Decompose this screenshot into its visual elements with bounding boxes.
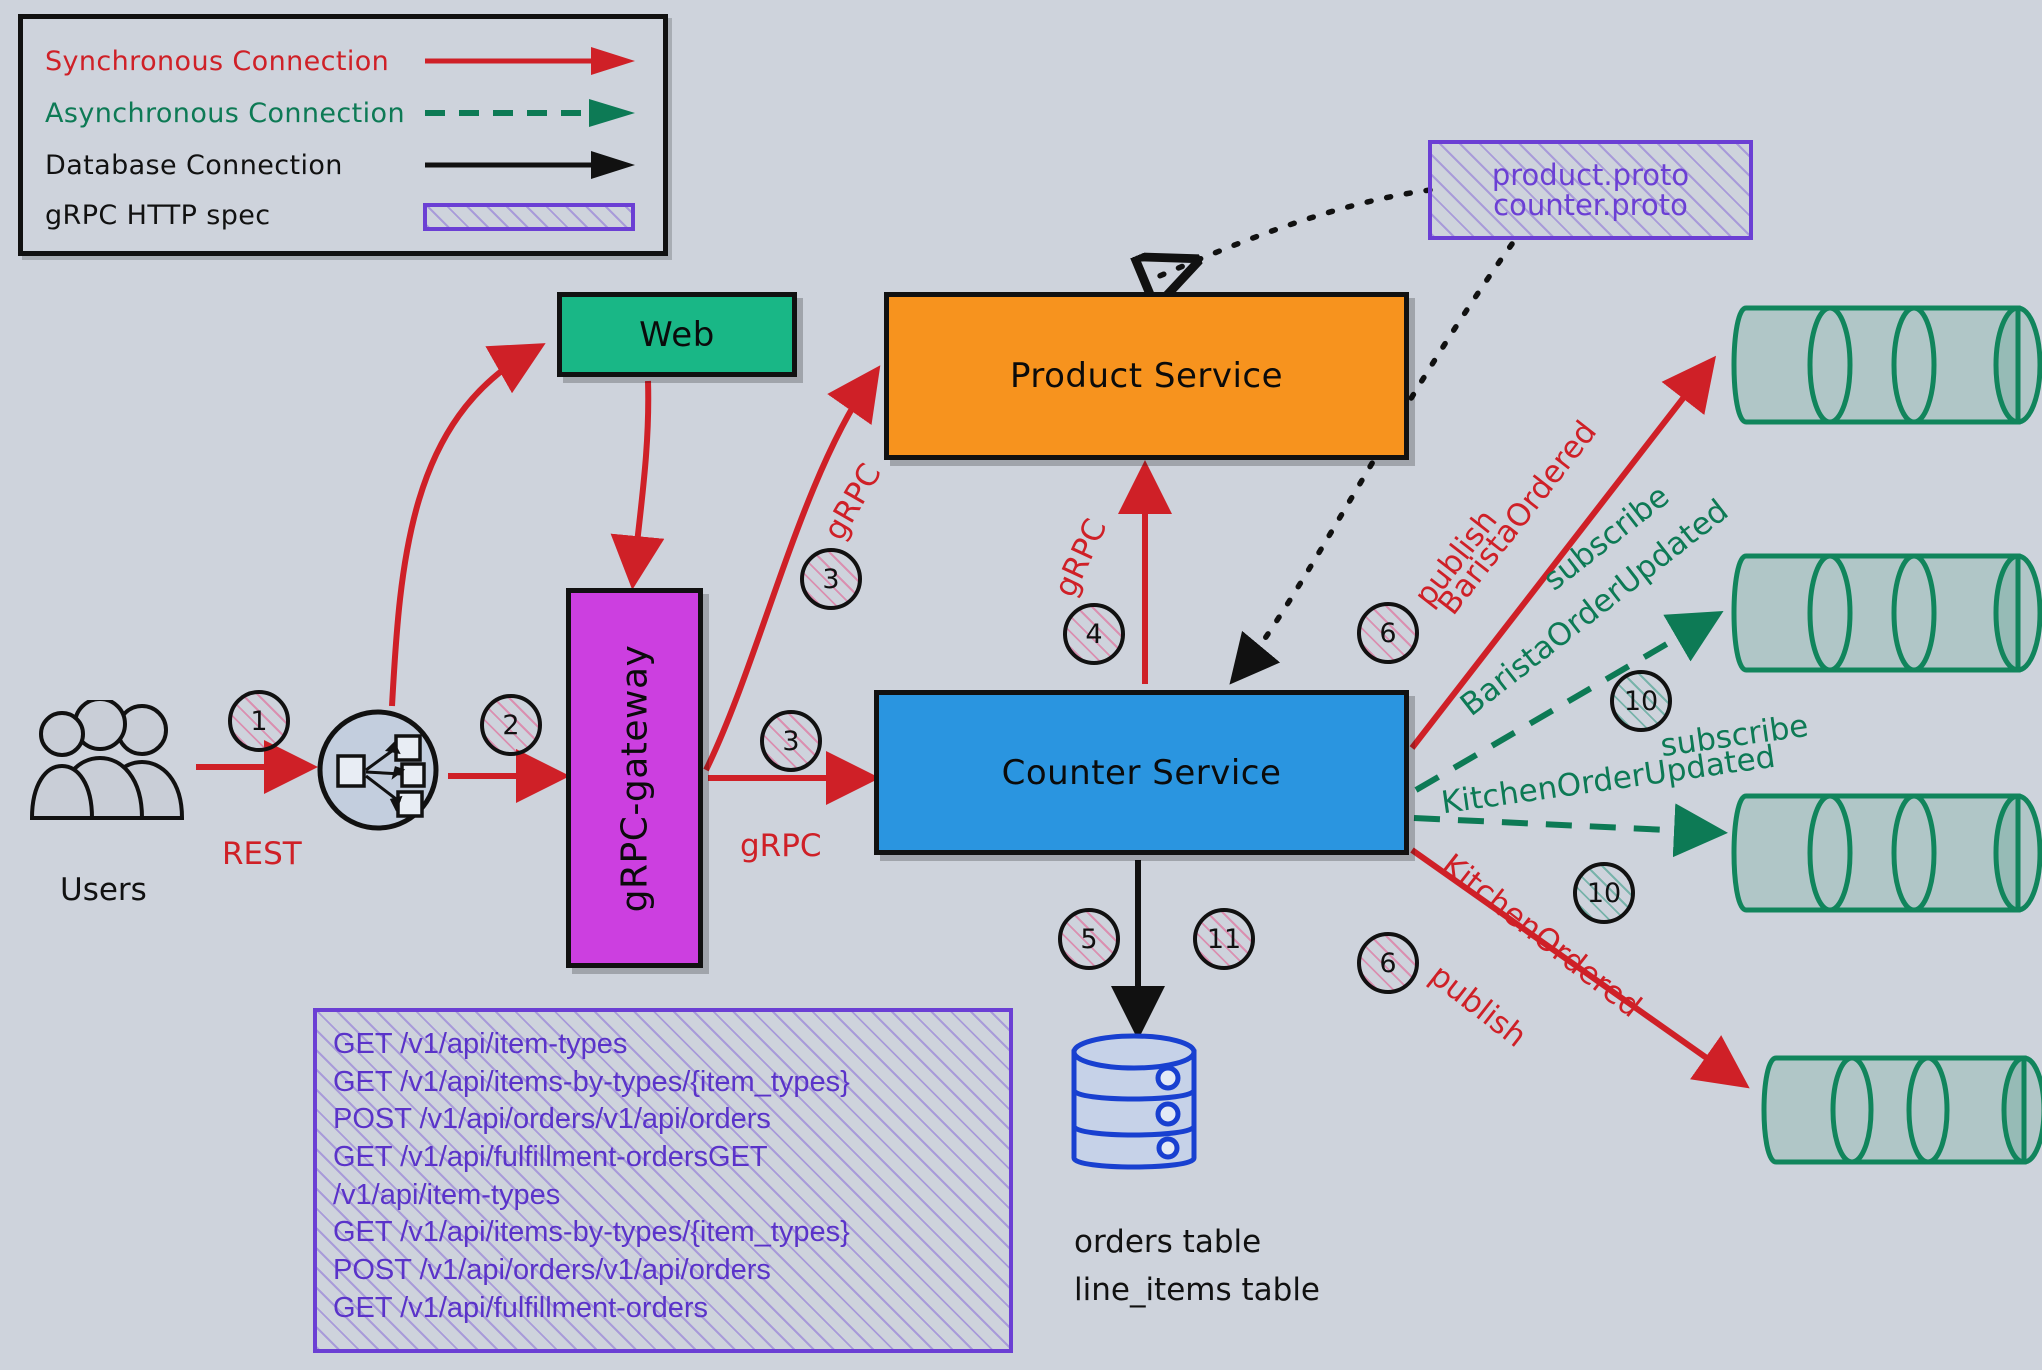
- proto-spec-box: product.proto counter.proto: [1428, 140, 1753, 240]
- legend-row-database: Database Connection: [45, 145, 343, 185]
- node-counter-service-label: Counter Service: [1001, 752, 1282, 793]
- step-badge-10b: 10: [1573, 862, 1635, 924]
- step-badge-5: 5: [1058, 908, 1120, 970]
- node-grpc-gateway[interactable]: gRPC-gateway: [566, 588, 703, 968]
- users-label: Users: [60, 872, 147, 908]
- api-spec-line: /v1/api/item-types: [333, 1178, 561, 1211]
- step-badge-11: 11: [1193, 908, 1255, 970]
- users-icon: [30, 700, 185, 820]
- edge-label-grpc-gateway-product: gRPC: [816, 457, 889, 547]
- database-label-line-2: line_items table: [1074, 1271, 1321, 1308]
- legend-label-database: Database Connection: [45, 149, 343, 181]
- queue-icon-barista-ordered: [1731, 305, 2042, 425]
- legend-row-sync: Synchronous Connection: [45, 41, 389, 81]
- database-label: orders table line_items table: [1074, 1222, 1320, 1308]
- legend-panel: Synchronous Connection Asynchronous Conn…: [18, 14, 668, 256]
- step-badge-4: 4: [1063, 603, 1125, 665]
- proto-line-1: product.proto: [1491, 157, 1690, 192]
- legend-art-spec-swatch: [423, 203, 635, 231]
- legend-label-grpc-spec: gRPC HTTP spec: [45, 199, 271, 231]
- api-spec-line: POST /v1/api/orders/v1/api/orders: [333, 1254, 771, 1287]
- edge-label-barista-ordered: BaristaOrdered: [1430, 414, 1605, 622]
- legend-row-grpc-spec: gRPC HTTP spec: [45, 195, 271, 235]
- node-product-service-label: Product Service: [1009, 356, 1284, 396]
- legend-label-async: Asynchronous Connection: [45, 97, 405, 129]
- legend-art-sync-arrow: [425, 47, 635, 75]
- api-spec-line: GET /v1/api/items-by-types/{item_types}: [333, 1216, 850, 1249]
- api-spec-line: GET /v1/api/items-by-types/{item_types}: [333, 1065, 850, 1098]
- queue-icon-kitchen-updated: [1731, 793, 2042, 913]
- node-web-label: Web: [639, 314, 715, 355]
- queue-icon-barista-updated: [1731, 553, 2042, 673]
- legend-art-async-arrow: [425, 99, 635, 127]
- edge-queue-kitchen-updated: [1413, 803, 1728, 858]
- legend-row-async: Asynchronous Connection: [45, 93, 405, 133]
- step-badge-10a: 10: [1610, 670, 1672, 732]
- database-icon: [1071, 1033, 1197, 1170]
- legend-label-sync: Synchronous Connection: [45, 45, 390, 77]
- api-spec-line: GET /v1/api/fulfillment-orders: [333, 1291, 708, 1324]
- edge-label-grpc-gateway-counter: gRPC: [740, 828, 822, 864]
- edge-label-publish-verb-kitchen: publish: [1422, 957, 1534, 1055]
- diagram-canvas: Synchronous Connection Asynchronous Conn…: [0, 0, 2042, 1370]
- legend-art-database-arrow: [425, 151, 635, 179]
- node-counter-service[interactable]: Counter Service: [874, 690, 1409, 855]
- router-icon: [317, 709, 439, 831]
- step-badge-2: 2: [480, 694, 542, 756]
- node-web[interactable]: Web: [557, 292, 797, 377]
- api-spec-line: GET /v1/api/fulfillment-ordersGET: [333, 1141, 768, 1174]
- edge-label-grpc-counter-product: gRPC: [1047, 513, 1115, 603]
- api-spec-line: POST /v1/api/orders/v1/api/orders: [333, 1103, 771, 1136]
- step-badge-1: 1: [228, 690, 290, 752]
- edge-web-gateway: [610, 380, 665, 590]
- step-badge-3a: 3: [800, 548, 862, 610]
- edge-router-web: [389, 343, 546, 707]
- edge-proto-product: [1150, 187, 1433, 280]
- step-badge-3b: 3: [760, 710, 822, 772]
- proto-line-2: counter.proto: [1493, 188, 1688, 222]
- node-grpc-gateway-label: gRPC-gateway: [614, 644, 655, 912]
- edge-label-rest: REST: [222, 836, 302, 872]
- node-product-service[interactable]: Product Service: [884, 292, 1409, 460]
- grpc-http-spec-box: GET /v1/api/item-types GET /v1/api/items…: [313, 1008, 1013, 1353]
- step-badge-6a: 6: [1357, 602, 1419, 664]
- api-spec-line: GET /v1/api/item-types: [333, 1028, 628, 1060]
- database-label-line-1: orders table: [1074, 1224, 1262, 1260]
- step-badge-6b: 6: [1357, 932, 1419, 994]
- queue-icon-kitchen-ordered: [1761, 1055, 2042, 1165]
